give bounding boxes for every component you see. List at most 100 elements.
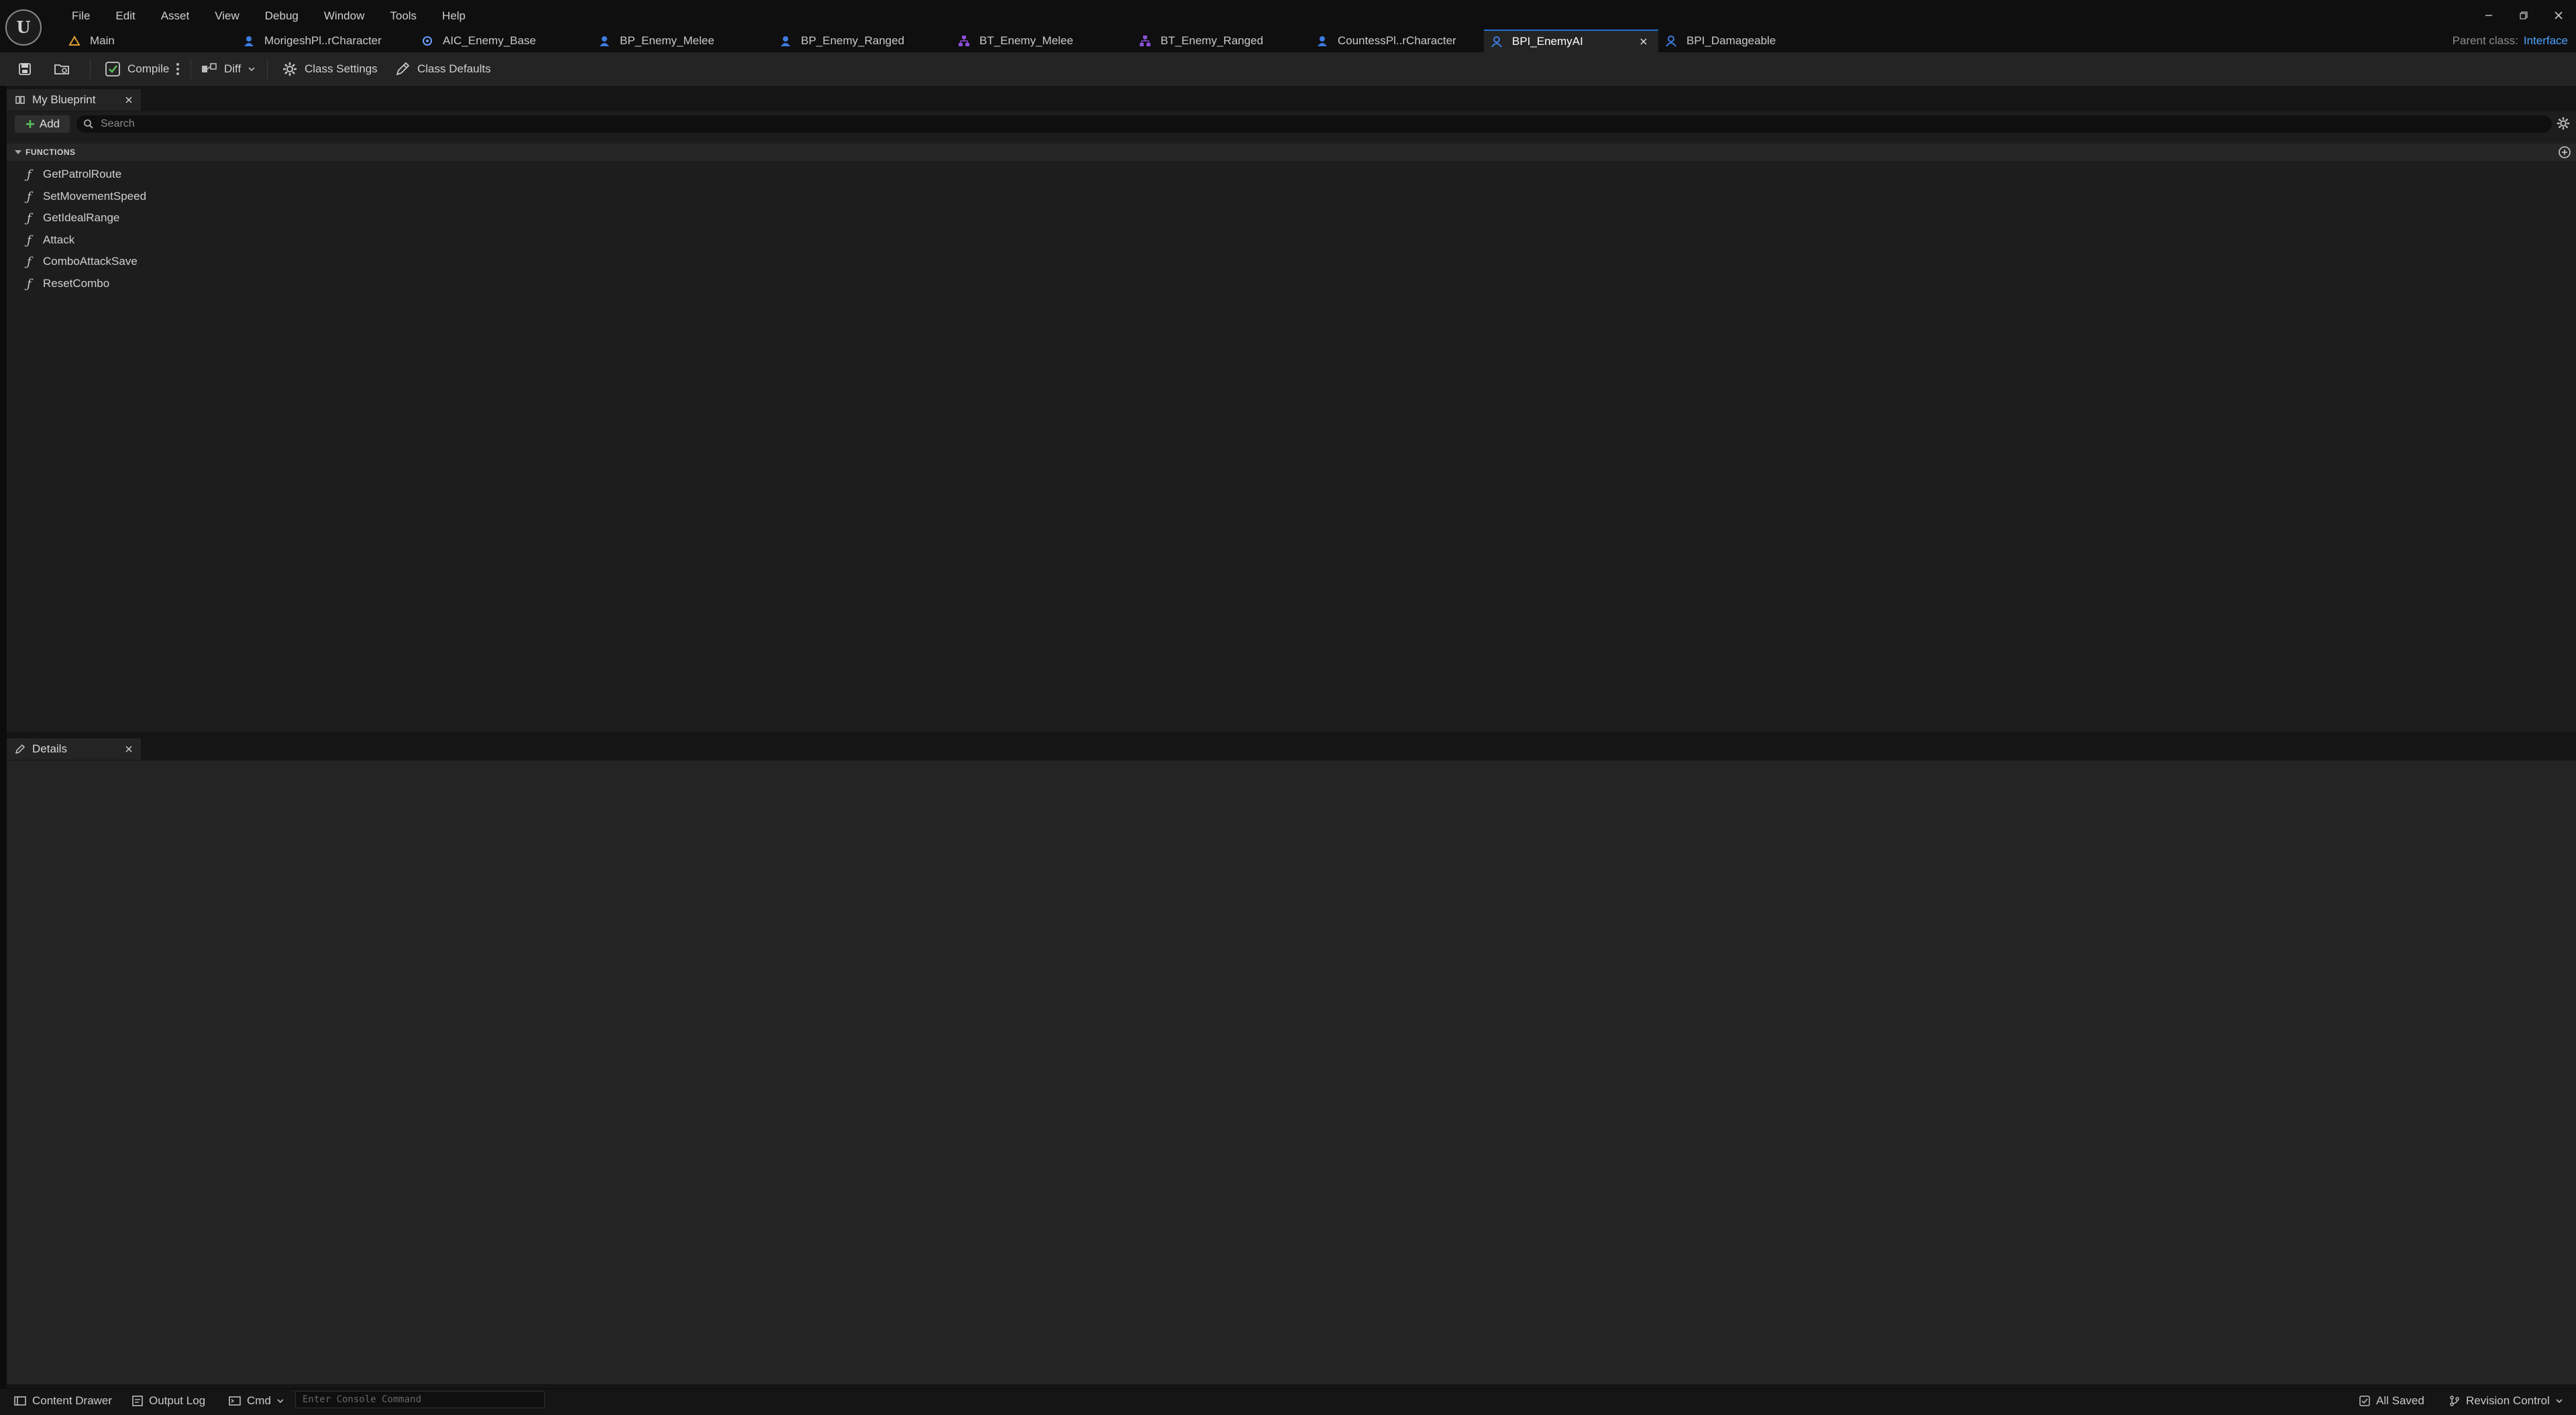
gear-icon — [2557, 117, 2570, 130]
window-controls — [2471, 4, 2576, 27]
menu-asset[interactable]: Asset — [148, 7, 203, 25]
menu-edit[interactable]: Edit — [103, 7, 148, 25]
save-button[interactable] — [17, 59, 32, 79]
tab-bp-enemy-melee[interactable]: BP_Enemy_Melee — [592, 30, 773, 52]
tab-details[interactable]: Details — [7, 738, 141, 760]
add-button[interactable]: Add — [15, 115, 70, 133]
terminal-icon — [229, 1396, 241, 1406]
compile-options-button[interactable] — [176, 59, 180, 79]
my-blueprint-tabstrip — [7, 89, 2576, 111]
tab-bpi-damageable[interactable]: BPI_Damageable — [1658, 30, 1833, 52]
function-item-getpatrolroute[interactable]: ƒ GetPatrolRoute — [27, 164, 121, 184]
function-label: Attack — [43, 233, 75, 246]
functions-section-header[interactable]: FUNCTIONS — [7, 144, 2576, 161]
blueprint-actor-icon — [244, 36, 254, 46]
diff-icon — [202, 63, 217, 72]
tab-label: BT_Enemy_Ranged — [1161, 34, 1264, 47]
tab-bp-enemy-ranged[interactable]: BP_Enemy_Ranged — [773, 30, 951, 52]
search-input[interactable]: Search — [76, 115, 2552, 133]
blueprint-actor-icon — [600, 36, 609, 46]
browse-button[interactable] — [54, 59, 71, 79]
revision-control-icon — [2450, 1396, 2459, 1406]
tab-label: MorigeshPl..rCharacter — [264, 34, 382, 47]
cmd-dropdown[interactable]: Cmd — [228, 1392, 284, 1410]
my-blueprint-panel — [7, 111, 2576, 732]
cmd-label: Cmd — [247, 1394, 271, 1407]
restore-button[interactable] — [2506, 4, 2541, 27]
parent-class-indicator: Parent class: Interface — [2453, 30, 2568, 52]
revision-control-button[interactable]: Revision Control — [2449, 1392, 2563, 1410]
level-icon — [68, 36, 80, 46]
tab-main[interactable]: Main — [62, 30, 229, 52]
toolbar — [0, 52, 2576, 86]
ai-controller-icon — [423, 36, 432, 46]
section-title: FUNCTIONS — [25, 148, 76, 157]
tab-countess-character[interactable]: CountessPl..rCharacter — [1309, 30, 1484, 52]
menu-file[interactable]: File — [59, 7, 103, 25]
function-icon: ƒ — [27, 254, 32, 269]
more-options-icon — [176, 63, 179, 75]
console-placeholder: Enter Console Command — [303, 1394, 422, 1405]
tab-bpi-enemyai[interactable]: BPI_EnemyAI — [1484, 30, 1658, 52]
menu-debug[interactable]: Debug — [252, 7, 311, 25]
close-window-button[interactable] — [2541, 4, 2576, 27]
close-tab-icon[interactable] — [1640, 38, 1648, 46]
all-saved-indicator[interactable]: All Saved — [2359, 1392, 2424, 1410]
tab-my-blueprint[interactable]: My Blueprint — [7, 89, 141, 111]
unreal-logo-icon[interactable]: U — [5, 9, 42, 46]
function-item-setmovementspeed[interactable]: ƒ SetMovementSpeed — [27, 186, 146, 207]
function-item-getidealrange[interactable]: ƒ GetIdealRange — [27, 208, 119, 228]
revision-control-label: Revision Control — [2466, 1394, 2550, 1407]
tab-bt-enemy-ranged[interactable]: BT_Enemy_Ranged — [1132, 30, 1309, 52]
menu-help[interactable]: Help — [429, 7, 478, 25]
parent-class-link[interactable]: Interface — [2524, 34, 2568, 48]
tab-bt-enemy-melee[interactable]: BT_Enemy_Melee — [951, 30, 1132, 52]
function-item-comboattacksave[interactable]: ƒ ComboAttackSave — [27, 251, 138, 272]
diff-button[interactable]: Diff — [201, 59, 256, 79]
minimize-icon — [2485, 15, 2492, 16]
toolbar-separator — [267, 59, 268, 79]
function-icon: ƒ — [27, 276, 32, 291]
settings-button[interactable] — [2556, 116, 2571, 131]
behavior-tree-icon — [959, 36, 969, 46]
content-drawer-button[interactable]: Content Drawer — [13, 1392, 112, 1410]
compile-button[interactable]: Compile — [105, 59, 169, 79]
class-settings-label: Class Settings — [305, 62, 378, 75]
menu-view[interactable]: View — [202, 7, 252, 25]
chevron-down-icon — [2556, 1399, 2563, 1404]
tab-label: BP_Enemy_Ranged — [801, 34, 905, 47]
left-sidebar-strip — [0, 86, 7, 1388]
pencil-icon — [15, 744, 25, 754]
blueprint-actor-icon — [781, 36, 790, 46]
close-panel-icon[interactable] — [125, 96, 133, 104]
console-command-input[interactable]: Enter Console Command — [295, 1391, 545, 1408]
add-function-button[interactable] — [2557, 145, 2572, 160]
function-item-resetcombo[interactable]: ƒ ResetCombo — [27, 274, 109, 294]
save-icon — [19, 63, 31, 75]
close-panel-icon[interactable] — [125, 745, 133, 753]
function-icon: ƒ — [27, 233, 32, 247]
blueprint-actor-icon — [1318, 36, 1327, 46]
function-label: GetIdealRange — [43, 211, 120, 224]
restore-icon — [2520, 11, 2528, 19]
tab-morigesh-character[interactable]: MorigeshPl..rCharacter — [236, 30, 415, 52]
search-placeholder: Search — [101, 118, 135, 129]
function-label: ResetCombo — [43, 277, 110, 290]
menu-tools[interactable]: Tools — [377, 7, 429, 25]
output-log-label: Output Log — [149, 1394, 206, 1407]
diff-label: Diff — [224, 62, 241, 75]
details-tabstrip — [7, 738, 2576, 760]
tab-label: BPI_EnemyAI — [1512, 35, 1583, 48]
close-icon — [2555, 11, 2563, 19]
output-log-icon — [132, 1396, 143, 1406]
menu-window[interactable]: Window — [311, 7, 377, 25]
tab-aic-enemy-base[interactable]: AIC_Enemy_Base — [415, 30, 592, 52]
chevron-down-icon — [277, 1399, 284, 1404]
function-item-attack[interactable]: ƒ Attack — [27, 230, 74, 250]
minimize-button[interactable] — [2471, 4, 2506, 27]
all-saved-label: All Saved — [2376, 1394, 2424, 1407]
class-settings-button[interactable]: Class Settings — [282, 59, 378, 79]
class-defaults-button[interactable]: Class Defaults — [394, 59, 491, 79]
output-log-button[interactable]: Output Log — [131, 1392, 205, 1410]
behavior-tree-icon — [1140, 36, 1150, 46]
